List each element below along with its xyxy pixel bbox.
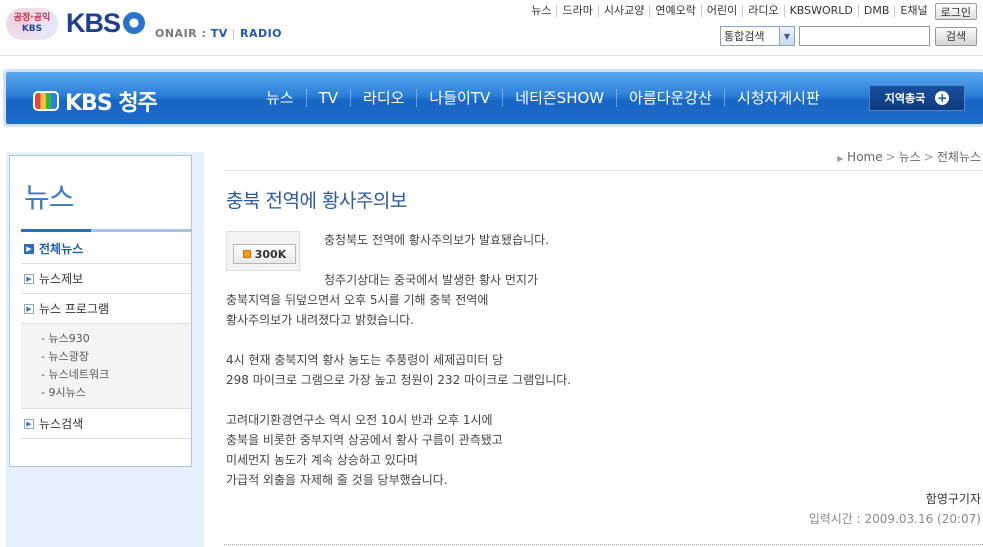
sidebar-sub-item-morning-news[interactable]: - 뉴스광장 xyxy=(41,348,191,366)
global-nav: 뉴스 드라마 시사교양 연예오락 어린이 라디오 KBSWORLD DMB E채… xyxy=(526,2,977,20)
login-button[interactable]: 로그인 xyxy=(934,2,977,20)
sidebar-title: 뉴스 xyxy=(24,181,75,214)
sidebar-item-news-search[interactable]: ▶ 뉴스검색 xyxy=(21,409,191,439)
arrow-right-icon: ▶ xyxy=(24,303,34,314)
article-paragraph xyxy=(226,250,966,270)
breadcrumb-marker-icon: ▶ xyxy=(837,154,844,163)
public-kbs-logo[interactable]: 공정·공익 KBS xyxy=(6,8,58,40)
article-paragraph: 4시 현재 충북지역 황사 농도는 추풍령이 세제곱미터 당 xyxy=(226,353,504,367)
search-button[interactable]: 검색 xyxy=(935,26,977,46)
station-logo[interactable]: KBS 청주 xyxy=(33,85,158,117)
nav-item-viewer-board[interactable]: 시청자게시판 xyxy=(723,89,832,107)
article-area: ▶ Home > 뉴스 > 전체뉴스 충북 전역에 황사주의보 300K 충청북도 전역… xyxy=(224,140,983,547)
article-paragraph: 고려대기환경연구소 역시 오전 10시 반과 오후 1시에 xyxy=(226,413,493,427)
nav-item-outing-tv[interactable]: 나들이TV xyxy=(416,89,502,107)
sidebar-item-label: 뉴스제보 xyxy=(39,272,84,286)
gnb-dmb[interactable]: DMB xyxy=(859,5,896,17)
article-paragraph xyxy=(226,330,966,350)
article-paragraph: 청주기상대는 중국에서 발생한 황사 먼지가 xyxy=(324,273,538,287)
posted-time: 입력시간 : 2009.03.16 (20:07) xyxy=(808,512,981,526)
top-bar: 공정·공익 KBS KBS ONAIR : TV | RADIO 뉴스 드라마 시사… xyxy=(0,0,983,56)
arrow-right-icon: ▶ xyxy=(24,418,34,429)
gnb-radio[interactable]: 라디오 xyxy=(743,5,785,17)
chevron-down-icon[interactable]: ▼ xyxy=(779,27,794,45)
gnb-drama[interactable]: 드라마 xyxy=(557,5,599,17)
sidebar-item-news-programs[interactable]: ▶ 뉴스 프로그램 xyxy=(21,294,191,324)
arrow-right-icon: ▶ xyxy=(24,273,34,284)
public-logo-line1: 공정·공익 xyxy=(13,13,51,23)
article-paragraph: 황사주의보가 내려졌다고 밝혔습니다. xyxy=(226,313,415,327)
region-button-label: 지역총국 xyxy=(884,92,926,105)
plus-icon: + xyxy=(935,91,950,105)
onair-links: ONAIR : TV | RADIO xyxy=(155,27,283,40)
nav-menu: 뉴스 TV 라디오 나들이TV 네티즌SHOW 아름다운강산 시청자게시판 xyxy=(254,72,832,124)
search-scope-select[interactable]: 통합검색 ▼ xyxy=(720,26,795,46)
sidebar-panel: 뉴스 ▶ 전체뉴스 ▶ 뉴스제보 ▶ 뉴스 프로그램 - 뉴스930 - 뉴스광… xyxy=(9,155,192,467)
sidebar-item-label: 전체뉴스 xyxy=(39,242,84,256)
breadcrumb-home[interactable]: Home xyxy=(847,150,882,164)
reporter-byline: 함영구기자 xyxy=(925,492,981,506)
article-paragraph: 298 마이크로 그램으로 가장 높고 청원이 232 마이크로 그램입니다. xyxy=(226,373,572,387)
gnb-kbsworld[interactable]: KBSWORLD xyxy=(785,5,859,17)
sidebar-sub-item-news930[interactable]: - 뉴스930 xyxy=(41,330,191,348)
nav-item-beautiful-land[interactable]: 아름다운강산 xyxy=(616,89,724,107)
gnb-entertainment[interactable]: 연예오락 xyxy=(650,5,702,17)
nav-item-netizen-show[interactable]: 네티즌SHOW xyxy=(502,89,616,107)
nav-item-radio[interactable]: 라디오 xyxy=(350,89,416,107)
tv-icon xyxy=(33,91,59,111)
sidebar-title-underline xyxy=(21,229,191,232)
article-paragraph: 충북지역을 뒤덮으면서 오후 5시를 기해 충북 전역에 xyxy=(226,293,489,307)
gnb-current-affairs[interactable]: 시사교양 xyxy=(599,5,651,17)
breadcrumb-all-news[interactable]: 전체뉴스 xyxy=(937,150,981,164)
article-paragraph xyxy=(226,390,966,410)
search-input[interactable] xyxy=(799,26,930,46)
breadcrumb-news[interactable]: 뉴스 xyxy=(899,150,921,164)
sidebar-menu: ▶ 전체뉴스 ▶ 뉴스제보 ▶ 뉴스 프로그램 - 뉴스930 - 뉴스광장 -… xyxy=(21,234,191,439)
article-paragraph: 충북을 비롯한 중부지역 상공에서 황사 구름이 관측됐고 xyxy=(226,433,503,447)
main-nav-bar: KBS 청주 뉴스 TV 라디오 나들이TV 네티즌SHOW 아름다운강산 시청… xyxy=(6,72,983,124)
article-body: 충청북도 전역에 황사주의보가 발효됐습니다. 청주기상대는 중국에서 발생한 … xyxy=(226,230,966,490)
kbs-eye-icon xyxy=(123,12,145,34)
nav-item-news[interactable]: 뉴스 xyxy=(254,89,306,107)
sidebar-sub-item-9pm-news[interactable]: - 9시뉴스 xyxy=(41,384,191,402)
sidebar-item-news-tip[interactable]: ▶ 뉴스제보 xyxy=(21,264,191,294)
article-paragraph: 미세먼지 농도가 계속 상승하고 있다며 xyxy=(226,453,418,467)
article-paragraph: 가급적 외출을 자제해 줄 것을 당부했습니다. xyxy=(226,473,448,487)
article-paragraph: 충청북도 전역에 황사주의보가 발효됐습니다. xyxy=(324,233,550,247)
sidebar-item-all-news[interactable]: ▶ 전체뉴스 xyxy=(21,234,191,264)
gnb-news[interactable]: 뉴스 xyxy=(526,5,558,17)
onair-label: ONAIR : xyxy=(155,27,207,40)
kbs-logo[interactable]: KBS xyxy=(66,8,121,39)
sidebar: 뉴스 ▶ 전체뉴스 ▶ 뉴스제보 ▶ 뉴스 프로그램 - 뉴스930 - 뉴스광… xyxy=(6,152,204,547)
article-divider xyxy=(224,544,983,545)
sidebar-item-label: 뉴스 프로그램 xyxy=(39,302,110,316)
sidebar-sub-item-news-network[interactable]: - 뉴스네트워크 xyxy=(41,366,191,384)
search-bar: 통합검색 ▼ 검색 xyxy=(720,26,977,46)
nav-item-tv[interactable]: TV xyxy=(305,89,350,107)
breadcrumb-divider xyxy=(224,170,983,171)
sidebar-item-label: 뉴스검색 xyxy=(39,417,84,431)
gnb-kids[interactable]: 어린이 xyxy=(702,5,744,17)
public-logo-line2: KBS xyxy=(21,24,43,34)
search-scope-value: 통합검색 xyxy=(724,30,765,43)
breadcrumb: ▶ Home > 뉴스 > 전체뉴스 xyxy=(837,150,981,164)
onair-radio-link[interactable]: RADIO xyxy=(240,27,282,40)
sidebar-sub-list: - 뉴스930 - 뉴스광장 - 뉴스네트워크 - 9시뉴스 xyxy=(21,324,191,409)
onair-tv-link[interactable]: TV xyxy=(211,27,228,40)
article-title: 충북 전역에 황사주의보 xyxy=(226,190,407,212)
region-stations-button[interactable]: 지역총국 + xyxy=(869,85,965,111)
station-name: KBS 청주 xyxy=(65,91,158,116)
arrow-right-icon: ▶ xyxy=(24,243,34,254)
gnb-echannel[interactable]: E채널 xyxy=(895,5,932,17)
